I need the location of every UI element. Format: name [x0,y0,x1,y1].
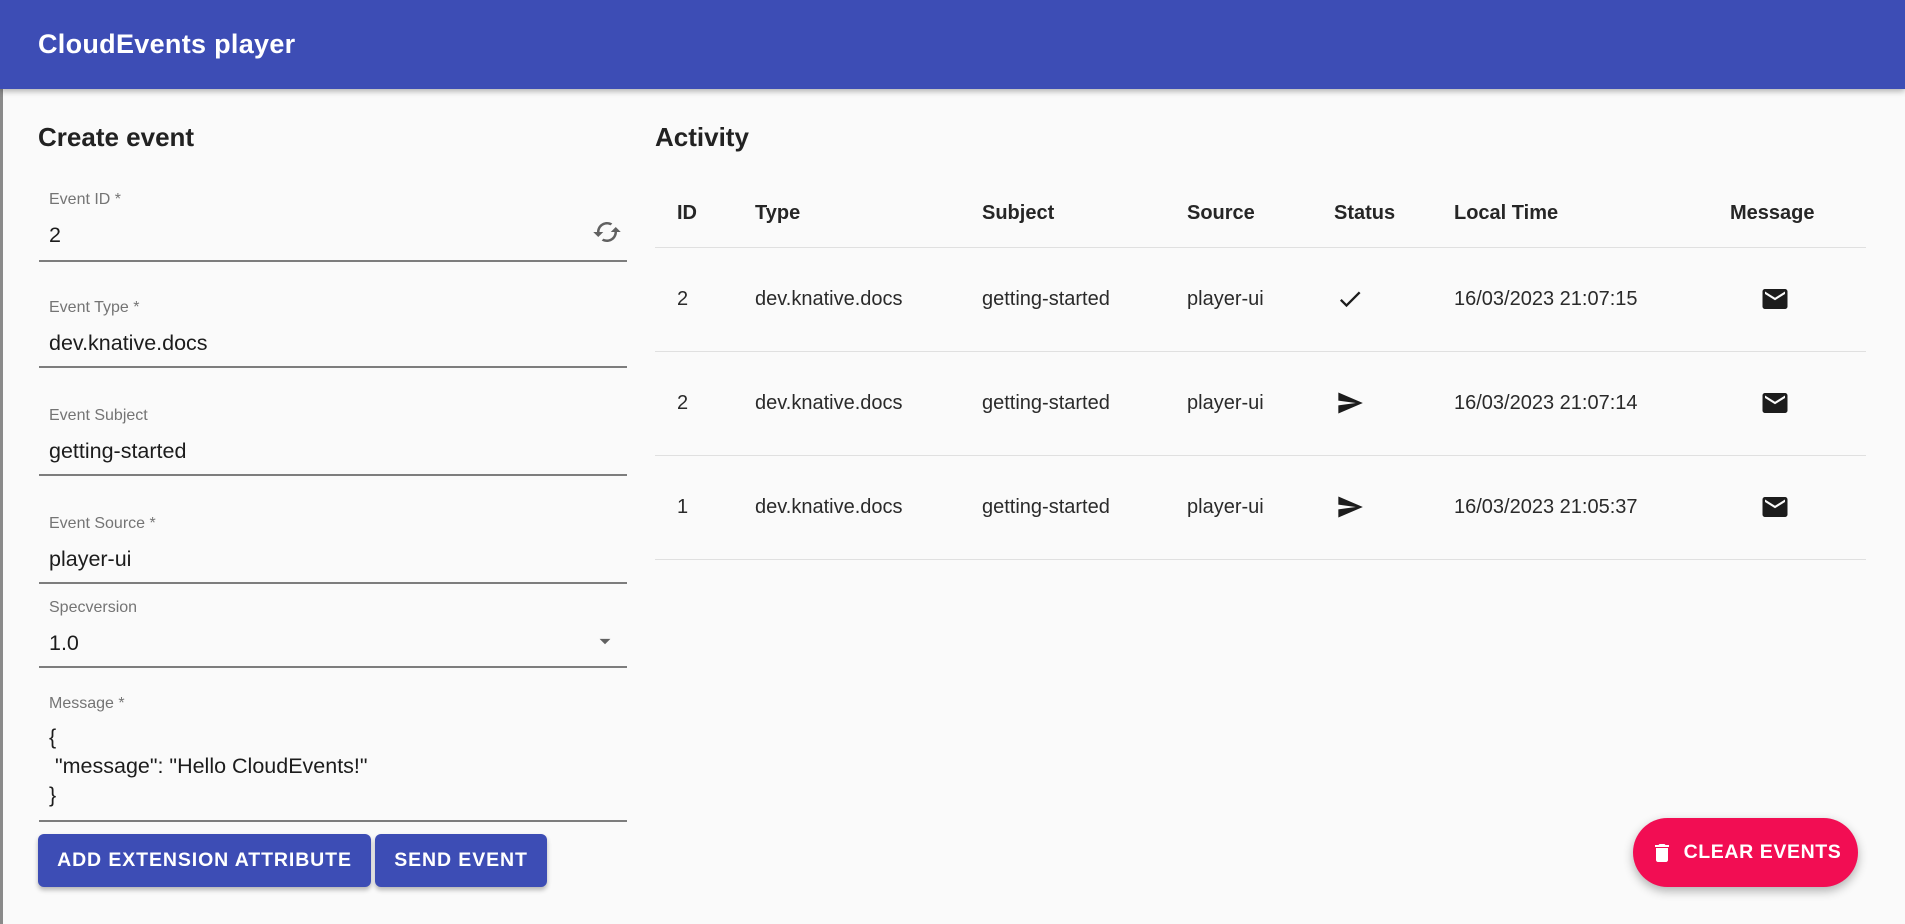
message-field[interactable]: Message * { "message": "Hello CloudEvent… [39,688,627,822]
email-icon[interactable] [1760,388,1790,418]
chevron-down-icon[interactable] [592,628,618,654]
send-event-button[interactable]: SEND EVENT [375,834,547,887]
table-row: 1 dev.knative.docs getting-started playe… [655,455,1866,559]
event-subject-label: Event Subject [49,407,627,425]
event-source-label: Event Source * [49,515,627,533]
clear-events-button[interactable]: CLEAR EVENTS [1633,818,1858,887]
specversion-label: Specversion [49,599,627,617]
specversion-value[interactable]: 1.0 [49,631,627,655]
column-header-id: ID [655,180,755,247]
refresh-icon[interactable] [592,217,622,247]
trash-icon [1650,841,1674,865]
column-header-source: Source [1187,180,1334,247]
activity-table: ID Type Subject Source Status Local Time… [655,180,1866,560]
send-icon [1336,493,1364,521]
event-type-field[interactable]: Event Type * dev.knative.docs [39,292,627,368]
activity-heading: Activity [655,121,749,153]
app-header: CloudEvents player [0,0,1905,89]
cell-local-time: 16/03/2023 21:07:14 [1454,351,1730,455]
app-title: CloudEvents player [38,29,295,60]
cell-source: player-ui [1187,247,1334,351]
check-icon [1336,285,1364,313]
table-row: 2 dev.knative.docs getting-started playe… [655,247,1866,351]
cell-id: 1 [655,455,755,559]
event-subject-field[interactable]: Event Subject getting-started [39,400,627,476]
email-icon[interactable] [1760,284,1790,314]
cell-type: dev.knative.docs [755,247,982,351]
cell-subject: getting-started [982,247,1187,351]
cell-status [1334,247,1454,351]
event-type-label: Event Type * [49,299,627,317]
column-header-local-time: Local Time [1454,180,1730,247]
cell-local-time: 16/03/2023 21:05:37 [1454,455,1730,559]
event-id-field[interactable]: Event ID * 2 [39,184,627,262]
cell-source: player-ui [1187,351,1334,455]
event-id-input[interactable]: 2 [49,223,627,247]
table-header-row: ID Type Subject Source Status Local Time… [655,180,1866,247]
column-header-subject: Subject [982,180,1187,247]
cell-message [1730,351,1866,455]
form-actions: ADD EXTENSION ATTRIBUTE SEND EVENT [38,834,547,887]
event-source-field[interactable]: Event Source * player-ui [39,508,627,584]
cell-status [1334,455,1454,559]
cell-message [1730,455,1866,559]
event-subject-input[interactable]: getting-started [49,439,627,463]
add-extension-attribute-button[interactable]: ADD EXTENSION ATTRIBUTE [38,834,371,887]
column-header-type: Type [755,180,982,247]
clear-events-label: CLEAR EVENTS [1684,841,1842,864]
send-icon [1336,389,1364,417]
cell-id: 2 [655,247,755,351]
cell-id: 2 [655,351,755,455]
cell-subject: getting-started [982,351,1187,455]
cell-subject: getting-started [982,455,1187,559]
email-icon[interactable] [1760,492,1790,522]
window-left-border [0,89,3,924]
specversion-select[interactable]: Specversion 1.0 [39,592,627,668]
event-type-input[interactable]: dev.knative.docs [49,331,627,355]
cell-type: dev.knative.docs [755,351,982,455]
column-header-status: Status [1334,180,1454,247]
event-source-input[interactable]: player-ui [49,547,627,571]
column-header-message: Message [1730,180,1866,247]
cell-status [1334,351,1454,455]
event-id-label: Event ID * [49,191,627,209]
cell-local-time: 16/03/2023 21:07:15 [1454,247,1730,351]
message-label: Message * [49,695,627,713]
message-input[interactable]: { "message": "Hello CloudEvents!" } [49,723,627,810]
cell-source: player-ui [1187,455,1334,559]
table-row: 2 dev.knative.docs getting-started playe… [655,351,1866,455]
cell-type: dev.knative.docs [755,455,982,559]
cell-message [1730,247,1866,351]
create-event-heading: Create event [38,121,194,153]
